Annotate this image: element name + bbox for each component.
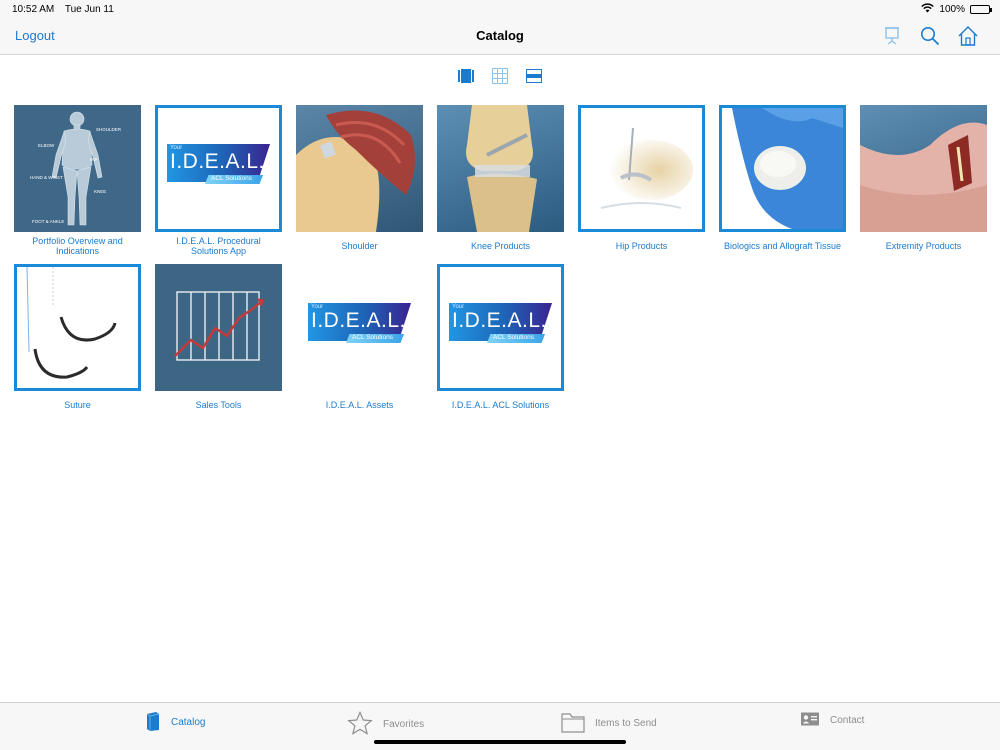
catalog-tile-sales-tools[interactable]: Sales Tools [155,264,282,410]
tile-thumbnail: Your I.D.E.A.L. ACL Solutions [155,105,282,232]
home-indicator[interactable] [374,740,626,744]
tile-label: I.D.E.A.L. Assets [325,400,394,410]
star-icon [347,710,373,738]
folder-icon [561,711,585,736]
tile-thumbnail [437,105,564,232]
tile-label: Extremity Products [885,241,962,251]
catalog-tile-hip[interactable]: Hip Products [578,105,705,251]
cover-view-icon[interactable] [458,68,474,84]
catalog-tile-ideal-assets[interactable]: Your I.D.E.A.L. ACL Solutions I.D.E.A.L.… [296,264,423,410]
status-time: 10:52 AM [12,3,55,15]
presentation-icon[interactable] [880,24,904,48]
tile-thumbnail [296,105,423,232]
body-label-elbow: ELBOW [38,143,55,148]
home-icon[interactable] [956,24,980,48]
ideal-logo-sub: ACL Solutions [493,334,534,341]
tile-label: Sales Tools [195,400,242,410]
tile-thumbnail [155,264,282,391]
tile-label: Biologics and Allograft Tissue [723,241,842,251]
ideal-logo-name: I.D.E.A.L. [170,150,265,173]
tile-thumbnail [578,105,705,232]
suture-image [17,267,138,388]
grid-view-icon[interactable] [492,68,508,84]
status-right: 100% [921,2,992,16]
tab-label: Items to Send [595,718,657,729]
catalog-tile-shoulder[interactable]: Shoulder [296,105,423,251]
catalog-tile-ideal-procedural[interactable]: Your I.D.E.A.L. ACL Solutions I.D.E.A.L.… [155,105,282,256]
tab-items-to-send[interactable]: Items to Send [561,711,657,736]
tile-label: Shoulder [341,241,378,251]
body-map-image: SHOULDER ELBOW HIP HAND & WRIST KNEE FOO… [30,111,122,226]
sales-chart-image [174,291,265,361]
catalog-tile-ideal-acl[interactable]: Your I.D.E.A.L. ACL Solutions I.D.E.A.L.… [437,264,564,410]
tile-label: Hip Products [615,241,668,251]
tab-label: Favorites [383,719,425,730]
tile-label: Knee Products [470,241,531,251]
logout-button[interactable]: Logout [15,28,55,43]
battery-icon [970,4,992,14]
contact-card-icon [800,711,820,730]
ideal-logo-sub: ACL Solutions [352,334,393,341]
wifi-icon [921,2,935,16]
body-label-foot: FOOT & ANKLE [32,219,64,224]
ideal-logo: Your I.D.E.A.L. ACL Solutions [308,303,411,349]
body-label-hand: HAND & WRIST [30,175,63,180]
knee-image [466,105,537,232]
nav-actions [880,24,980,48]
catalog-tile-portfolio[interactable]: SHOULDER ELBOW HIP HAND & WRIST KNEE FOO… [14,105,141,256]
ideal-logo: Your I.D.E.A.L. ACL Solutions [167,144,270,190]
page-title: Catalog [476,28,524,43]
tile-label: I.D.E.A.L. Procedural Solutions App [176,236,261,256]
tile-thumbnail [860,105,987,232]
list-view-icon[interactable] [526,68,542,84]
tile-label: Portfolio Overview and Indications [32,236,123,256]
hip-image [581,108,702,229]
body-label-shoulder: SHOULDER [96,127,122,132]
tile-thumbnail: Your I.D.E.A.L. ACL Solutions [296,264,423,391]
tab-catalog[interactable]: Catalog [145,711,205,734]
status-date: Tue Jun 11 [64,3,114,15]
tab-label: Catalog [171,717,206,728]
catalog-tile-suture[interactable]: Suture [14,264,141,410]
tile-thumbnail: Your I.D.E.A.L. ACL Solutions [437,264,564,391]
tab-favorites[interactable]: Favorites [347,710,425,738]
tile-thumbnail: SHOULDER ELBOW HIP HAND & WRIST KNEE FOO… [14,105,141,232]
body-label-knee: KNEE [94,189,106,194]
status-bar: 10:52 AM Tue Jun 11 100% [0,0,1000,18]
search-icon[interactable] [918,24,942,48]
ideal-logo-name: I.D.E.A.L. [452,309,547,332]
tile-label: I.D.E.A.L. ACL Solutions [451,400,550,410]
tab-label: Contact [830,715,865,726]
book-icon [145,711,161,734]
biologics-image [722,108,843,229]
ideal-logo-name: I.D.E.A.L. [311,309,406,332]
ideal-logo: Your I.D.E.A.L. ACL Solutions [449,303,552,349]
tile-thumbnail [14,264,141,391]
tab-contact[interactable]: Contact [800,711,864,730]
catalog-tile-biologics[interactable]: Biologics and Allograft Tissue [719,105,846,251]
ideal-logo-sub: ACL Solutions [211,175,252,182]
tile-thumbnail [719,105,846,232]
catalog-tile-knee[interactable]: Knee Products [437,105,564,251]
battery-percent: 100% [939,3,965,15]
view-toggle [0,68,1000,84]
shoulder-image [296,110,415,232]
nav-bar: Logout Catalog [0,18,1000,55]
status-left: 10:52 AM Tue Jun 11 [12,4,122,15]
extremity-image [860,122,987,232]
tile-label: Suture [64,400,91,410]
body-label-hip: HIP [90,157,98,162]
catalog-tile-extremity[interactable]: Extremity Products [860,105,987,251]
